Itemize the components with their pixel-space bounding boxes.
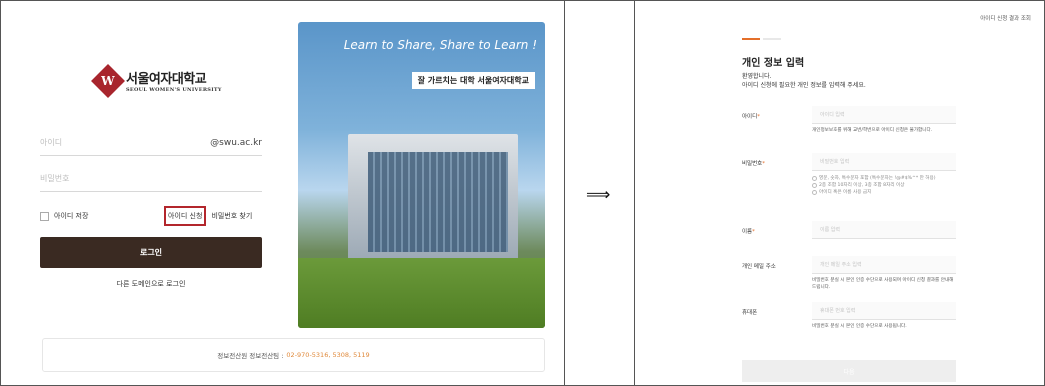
phone-label: 휴대폰	[742, 310, 758, 316]
next-button[interactable]: 다음	[742, 360, 956, 382]
footer-phone: 02-970-5316, 5308, 5119	[286, 351, 370, 359]
id-help-text: 개인정보보호를 위해 교번/학번으로 아이디 신청은 불가합니다.	[812, 128, 933, 133]
logo-name-korean: 서울여자대학교	[126, 72, 207, 87]
apply-id-link[interactable]: 아이디 신청	[164, 206, 207, 226]
banner-tagline: 잘 가르치는 대학 서울여자대학교	[411, 72, 535, 89]
phone-input[interactable]	[812, 302, 956, 320]
border-left	[0, 0, 1, 386]
screenshot-frame: W 서울여자대학교 SEOUL WOMEN'S UNIVERSITY @swu.…	[0, 0, 1045, 386]
password-field	[40, 174, 262, 192]
save-id-row: 아이디 저장	[40, 211, 88, 221]
id-label: 아이디*	[742, 114, 760, 120]
contact-footer: 정보전산원 정보전산팀 : 02-970-5316, 5308, 5119	[42, 338, 545, 372]
logo-mark-icon: W	[91, 63, 125, 98]
divider-left-middle	[564, 0, 565, 386]
banner-slogan: Learn to Share, Share to Learn !	[343, 38, 537, 52]
login-page: W 서울여자대학교 SEOUL WOMEN'S UNIVERSITY @swu.…	[6, 6, 559, 380]
form-description: 환영합니다. 아이디 신청에 필요한 개인 정보를 입력해 주세요.	[742, 72, 866, 90]
required-mark: *	[752, 229, 755, 235]
check-circle-icon	[812, 183, 817, 188]
password-rules: 영문, 숫자, 특수문자 포함 (특수문자는 !@#$%^* 만 허용) 2종 …	[812, 175, 956, 196]
check-circle-icon	[812, 190, 817, 195]
check-circle-icon	[812, 176, 817, 181]
campus-lawn	[298, 258, 545, 328]
form-title: 개인 정보 입력	[742, 58, 805, 69]
application-result-link[interactable]: 아이디 신청 결과 조회	[980, 14, 1031, 22]
campus-banner-image: Learn to Share, Share to Learn ! 잘 가르치는 …	[298, 22, 545, 328]
id-field: @swu.ac.kr	[40, 138, 262, 156]
name-input[interactable]	[812, 221, 956, 239]
footer-text: 정보전산원 정보전산팀 :	[217, 352, 284, 360]
logo-name-english: SEOUL WOMEN'S UNIVERSITY	[126, 87, 222, 93]
find-password-link[interactable]: 비밀번호 찾기	[211, 211, 252, 221]
apply-id-input[interactable]	[812, 106, 956, 124]
password-input[interactable]	[40, 174, 190, 183]
form-description-line2: 아이디 신청에 필요한 개인 정보를 입력해 주세요.	[742, 82, 866, 89]
save-id-checkbox[interactable]	[40, 211, 49, 221]
step-1-indicator	[742, 38, 760, 40]
password-rule-item: 영문, 숫자, 특수문자 포함 (특수문자는 !@#$%^* 만 허용)	[812, 175, 956, 182]
email-label: 개인 메일 주소	[742, 264, 776, 270]
account-links: 아이디 신청 비밀번호 찾기	[164, 206, 252, 226]
right-arrow-icon: ⟹	[586, 185, 611, 205]
campus-building-glass	[368, 152, 508, 252]
border-top	[0, 0, 1045, 1]
form-description-line1: 환영합니다.	[742, 73, 772, 80]
password-rule-item: 아이디 혹은 이름 사용 금지	[812, 189, 956, 196]
required-mark: *	[762, 161, 765, 167]
university-logo[interactable]: W 서울여자대학교 SEOUL WOMEN'S UNIVERSITY	[91, 63, 222, 98]
email-help-text: 비밀번호 분실 시 본인 인증 수단으로 사용되며 아이디 신청 결과를 안내해…	[812, 278, 954, 290]
phone-help-text: 비밀번호 분실 시 본인 인증 수단으로 사용됩니다.	[812, 324, 907, 329]
step-2-indicator	[763, 38, 781, 40]
login-button[interactable]: 로그인	[40, 237, 262, 268]
divider-middle-right	[634, 0, 635, 386]
step-progress	[742, 38, 781, 40]
apply-password-input[interactable]	[812, 153, 956, 171]
save-id-label: 아이디 저장	[54, 212, 89, 220]
required-mark: *	[757, 114, 760, 120]
password-label: 비밀번호*	[742, 161, 765, 167]
logo-mark-letter: W	[101, 73, 115, 88]
password-rule-item: 2종 조합 10자리 이상, 3종 조합 8자리 이상	[812, 182, 956, 189]
other-domain-login-link[interactable]: 다른 도메인으로 로그인	[40, 279, 262, 289]
name-label: 이름*	[742, 229, 755, 235]
email-input[interactable]	[812, 256, 956, 274]
id-application-form: 아이디 신청 결과 조회 개인 정보 입력 환영합니다. 아이디 신청에 필요한…	[640, 6, 1039, 382]
domain-suffix: @swu.ac.kr	[210, 138, 262, 148]
id-input[interactable]	[40, 138, 190, 147]
